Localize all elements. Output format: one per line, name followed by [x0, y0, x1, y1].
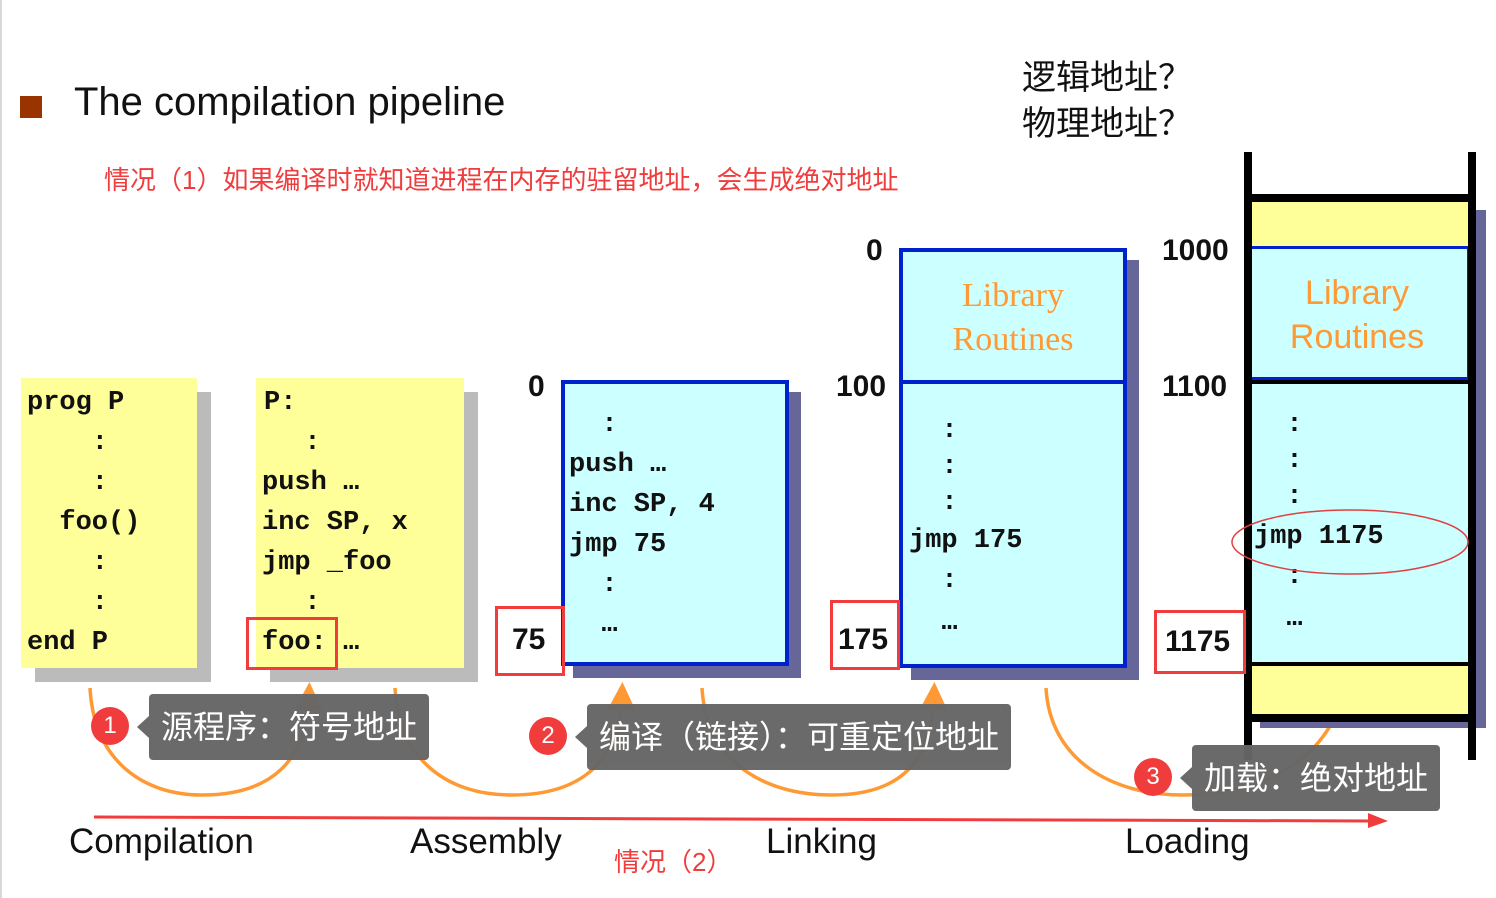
code-line: push … [262, 468, 360, 498]
code-line: : [909, 452, 958, 482]
code-line: end P [27, 628, 109, 658]
source-program-box: prog P : : foo() : : end P [21, 378, 197, 668]
memory-divider [1250, 380, 1472, 384]
library-label-line: Library [962, 277, 1064, 314]
memory-library-region: Library Routines [1244, 246, 1470, 380]
annotation-source-symbolic: 源程序：符号地址 [136, 694, 430, 760]
stage-assembly: Assembly [410, 822, 562, 861]
step-badge-1: 1 [91, 707, 129, 745]
code-line: inc SP, 4 [569, 490, 715, 520]
annotation-absolute: 加载：绝对地址 [1179, 745, 1441, 811]
code-line: … [909, 608, 958, 638]
code-line: : [1254, 410, 1303, 440]
loaded-lib-end-address: 1100 [1162, 370, 1228, 403]
code-line: foo() [27, 508, 141, 538]
step-badge-2: 2 [529, 717, 567, 755]
code-line: : [27, 588, 109, 618]
step-badge-3: 3 [1134, 758, 1172, 796]
linked-lib-end-address: 100 [836, 370, 887, 403]
code-line: jmp 75 [569, 530, 667, 560]
memory-top-bar [1250, 194, 1472, 202]
library-routines-label: Library Routines [903, 274, 1123, 362]
code-line: inc SP, x [262, 508, 408, 538]
linked-address-175: 175 [830, 600, 900, 670]
code-line: : [27, 428, 109, 458]
code-line: : [27, 468, 109, 498]
annotation-relocatable: 编译（链接）：可重定位地址 [574, 704, 1012, 770]
code-line: … [569, 610, 618, 640]
object-module-box: : push … inc SP, 4 jmp 75 : … [561, 380, 789, 666]
code-line: : [569, 410, 618, 440]
memory-right-wall [1468, 152, 1476, 760]
timeline-arrow [93, 815, 1371, 823]
code-line: … [1254, 604, 1303, 634]
memory-bottom-bar [1250, 714, 1472, 722]
code-line: prog P [27, 388, 125, 418]
code-line: : [272, 428, 321, 458]
loaded-address-1175: 1175 [1154, 610, 1246, 674]
code-line: : [272, 588, 321, 618]
timeline-arrowhead [1368, 813, 1388, 828]
linked-module-box: Library Routines : : : jmp 175 : … [899, 248, 1127, 668]
code-line: jmp 175 [909, 526, 1023, 556]
linked-start-address: 0 [866, 234, 883, 267]
object-address-75: 75 [495, 606, 565, 676]
memory-top-free-region [1250, 200, 1472, 246]
code-line: : [27, 548, 109, 578]
code-line: push … [569, 450, 667, 480]
code-line: : [909, 488, 958, 518]
object-start-address: 0 [528, 370, 545, 403]
jmp-1175-highlight-ellipse [1231, 509, 1469, 575]
case2-note: 情况（2） [614, 847, 733, 877]
foo-label-highlight [246, 617, 338, 670]
loaded-start-address: 1000 [1162, 234, 1229, 267]
memory-bottom-free-region [1250, 666, 1472, 714]
code-line: : [909, 416, 958, 446]
code-line: jmp _foo [262, 548, 392, 578]
code-line: : [1254, 446, 1303, 476]
library-label-line: Routines [952, 321, 1074, 358]
library-label-line: Routines [1289, 318, 1425, 356]
code-line: P: [264, 388, 297, 418]
library-routines-label: Library Routines [1247, 271, 1467, 359]
library-label-line: Library [1305, 274, 1409, 312]
stage-linking: Linking [766, 822, 877, 861]
library-divider [903, 380, 1123, 384]
stage-compilation: Compilation [69, 822, 254, 861]
code-line: : [909, 566, 958, 596]
code-line: : [569, 570, 618, 600]
stage-loading: Loading [1125, 822, 1250, 861]
